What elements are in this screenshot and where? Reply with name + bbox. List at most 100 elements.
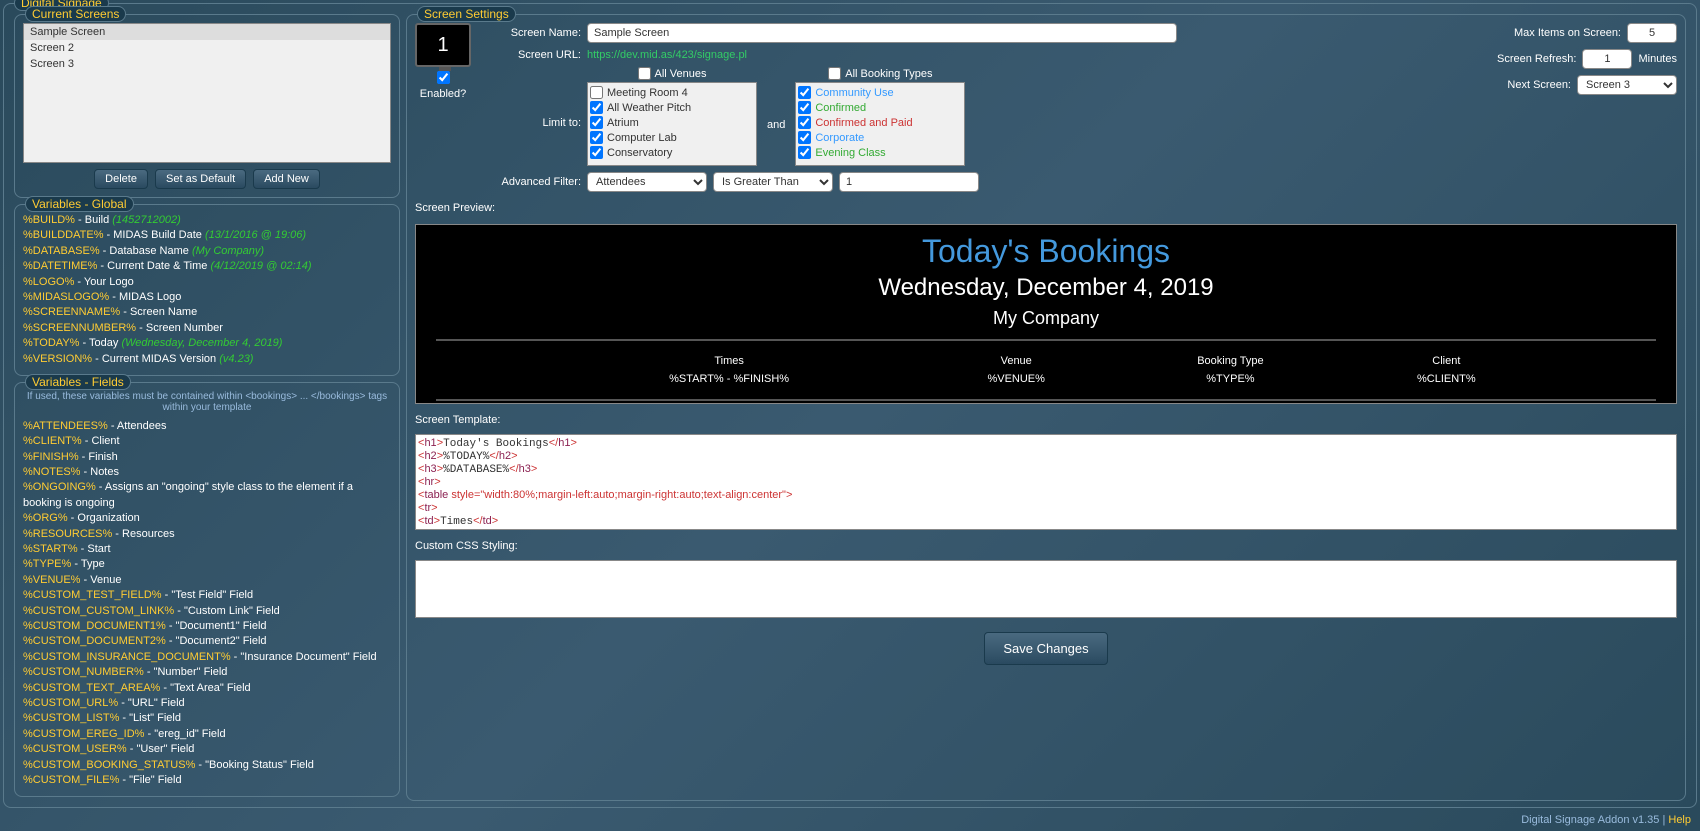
css-label: Custom CSS Styling: — [415, 540, 1677, 552]
preview-date: Wednesday, December 4, 2019 — [416, 274, 1676, 302]
screen-settings-panel: Screen Settings 1 Enabled? Screen Name: — [406, 14, 1686, 801]
limit-to-label: Limit to: — [481, 67, 581, 129]
variable-item: %SCREENNAME% - Screen Name — [23, 305, 391, 320]
preview-divider-2 — [436, 399, 1656, 401]
variable-item: %CUSTOM_DOCUMENT2% - "Document2" Field — [23, 634, 391, 649]
preview-header-cell: Venue — [916, 353, 1116, 369]
screen-list[interactable]: Sample ScreenScreen 2Screen 3 — [23, 23, 391, 163]
screen-template-textarea[interactable]: <h1>Today's Bookings</h1><h2>%TODAY%</h2… — [415, 434, 1677, 530]
max-items-input[interactable] — [1627, 23, 1677, 43]
preview-header-cell: Times — [544, 353, 914, 369]
booking-type-item[interactable]: Corporate — [798, 130, 962, 145]
variable-item: %CUSTOM_TEXT_AREA% - "Text Area" Field — [23, 681, 391, 696]
current-screens-legend: Current Screens — [25, 6, 126, 22]
variable-item: %FINISH% - Finish — [23, 450, 391, 465]
variable-item: %CUSTOM_TEST_FIELD% - "Test Field" Field — [23, 588, 391, 603]
variable-item: %CUSTOM_BOOKING_STATUS% - "Booking Statu… — [23, 758, 391, 773]
save-changes-button[interactable]: Save Changes — [984, 632, 1107, 665]
delete-button[interactable]: Delete — [94, 169, 148, 189]
venue-item[interactable]: Meeting Room 4 — [590, 85, 754, 100]
preview-title: Today's Bookings — [416, 225, 1676, 270]
screen-name-label: Screen Name: — [481, 27, 581, 39]
variables-fields-panel: Variables - Fields If used, these variab… — [14, 382, 400, 797]
all-venues-checkbox[interactable] — [638, 67, 651, 80]
all-venues-label: All Venues — [655, 68, 707, 80]
enabled-checkbox[interactable] — [437, 71, 450, 84]
screen-list-item[interactable]: Sample Screen — [24, 24, 390, 40]
variable-item: %START% - Start — [23, 542, 391, 557]
variable-item: %TYPE% - Type — [23, 557, 391, 572]
venue-item[interactable]: All Weather Pitch — [590, 100, 754, 115]
variables-global-legend: Variables - Global — [25, 196, 134, 212]
preview-header-cell: Booking Type — [1118, 353, 1342, 369]
preview-data-cell: %TYPE% — [1118, 371, 1342, 387]
next-screen-select[interactable]: Screen 3 — [1577, 75, 1677, 95]
variable-item: %CUSTOM_URL% - "URL" Field — [23, 696, 391, 711]
refresh-input[interactable] — [1582, 49, 1632, 69]
set-default-button[interactable]: Set as Default — [155, 169, 246, 189]
help-link[interactable]: Help — [1668, 814, 1691, 826]
variables-fields-legend: Variables - Fields — [25, 374, 131, 390]
max-items-label: Max Items on Screen: — [1514, 27, 1621, 39]
variable-item: %CLIENT% - Client — [23, 434, 391, 449]
variable-item: %CUSTOM_EREG_ID% - "ereg_id" Field — [23, 727, 391, 742]
adv-filter-field-select[interactable]: Attendees — [587, 172, 707, 192]
variable-item: %ORG% - Organization — [23, 511, 391, 526]
variable-item: %ONGOING% - Assigns an "ongoing" style c… — [23, 480, 391, 511]
variable-item: %VENUE% - Venue — [23, 573, 391, 588]
variable-item: %CUSTOM_LIST% - "List" Field — [23, 711, 391, 726]
screen-url-link[interactable]: https://dev.mid.as/423/signage.pl — [587, 49, 747, 61]
preview-company: My Company — [416, 308, 1676, 329]
variable-item: %CUSTOM_USER% - "User" Field — [23, 742, 391, 757]
add-new-button[interactable]: Add New — [253, 169, 320, 189]
variables-fields-note: If used, these variables must be contain… — [23, 391, 391, 413]
booking-type-item[interactable]: Confirmed — [798, 100, 962, 115]
preview-data-cell: %CLIENT% — [1345, 371, 1548, 387]
venue-item[interactable]: Conservatory — [590, 145, 754, 160]
variable-item: %NOTES% - Notes — [23, 465, 391, 480]
refresh-unit: Minutes — [1638, 53, 1677, 65]
preview-data-cell: %VENUE% — [916, 371, 1116, 387]
variable-item: %DATABASE% - Database Name (My Company) — [23, 244, 391, 259]
venue-item[interactable]: Computer Lab — [590, 130, 754, 145]
screen-number-icon: 1 — [415, 23, 471, 67]
screen-name-input[interactable] — [587, 23, 1177, 43]
adv-filter-op-select[interactable]: Is Greater Than — [713, 172, 833, 192]
booking-type-item[interactable]: Evening Class — [798, 145, 962, 160]
enabled-label: Enabled? — [420, 88, 467, 100]
variable-item: %TODAY% - Today (Wednesday, December 4, … — [23, 336, 391, 351]
variable-item: %RESOURCES% - Resources — [23, 527, 391, 542]
variable-item: %ATTENDEES% - Attendees — [23, 419, 391, 434]
variable-item: %MIDASLOGO% - MIDAS Logo — [23, 290, 391, 305]
booking-type-item[interactable]: Confirmed and Paid — [798, 115, 962, 130]
variable-item: %CUSTOM_CUSTOM_LINK% - "Custom Link" Fie… — [23, 604, 391, 619]
variable-item: %CUSTOM_INSURANCE_DOCUMENT% - "Insurance… — [23, 650, 391, 665]
adv-filter-value-input[interactable] — [839, 172, 979, 192]
booking-type-item[interactable]: Community Use — [798, 85, 962, 100]
digital-signage-panel: Digital Signage Current Screens Sample S… — [3, 3, 1697, 808]
variable-item: %CUSTOM_FILE% - "File" Field — [23, 773, 391, 788]
all-booking-types-checkbox[interactable] — [828, 67, 841, 80]
venue-item[interactable]: Atrium — [590, 115, 754, 130]
footer: Digital Signage Addon v1.35 | Help — [1, 810, 1699, 830]
next-screen-label: Next Screen: — [1507, 79, 1571, 91]
variables-global-panel: Variables - Global %BUILD% - Build (1452… — [14, 204, 400, 376]
screen-list-item[interactable]: Screen 3 — [24, 56, 390, 72]
custom-css-textarea[interactable] — [415, 560, 1677, 618]
variable-item: %CUSTOM_NUMBER% - "Number" Field — [23, 665, 391, 680]
all-booking-types-label: All Booking Types — [845, 68, 932, 80]
screen-preview[interactable]: Today's Bookings Wednesday, December 4, … — [415, 224, 1677, 404]
preview-divider — [436, 339, 1656, 341]
venues-list[interactable]: Meeting Room 4All Weather PitchAtriumCom… — [587, 82, 757, 166]
booking-types-list[interactable]: Community UseConfirmedConfirmed and Paid… — [795, 82, 965, 166]
variable-item: %CUSTOM_DOCUMENT1% - "Document1" Field — [23, 619, 391, 634]
preview-data-cell: %START% - %FINISH% — [544, 371, 914, 387]
current-screens-panel: Current Screens Sample ScreenScreen 2Scr… — [14, 14, 400, 198]
advanced-filter-label: Advanced Filter: — [481, 176, 581, 188]
variable-item: %BUILD% - Build (1452712002) — [23, 213, 391, 228]
screen-list-item[interactable]: Screen 2 — [24, 40, 390, 56]
variables-global-list: %BUILD% - Build (1452712002)%BUILDDATE% … — [23, 213, 391, 367]
template-label: Screen Template: — [415, 414, 1677, 426]
variables-fields-list: %ATTENDEES% - Attendees%CLIENT% - Client… — [23, 419, 391, 788]
preview-header-cell: Client — [1345, 353, 1548, 369]
